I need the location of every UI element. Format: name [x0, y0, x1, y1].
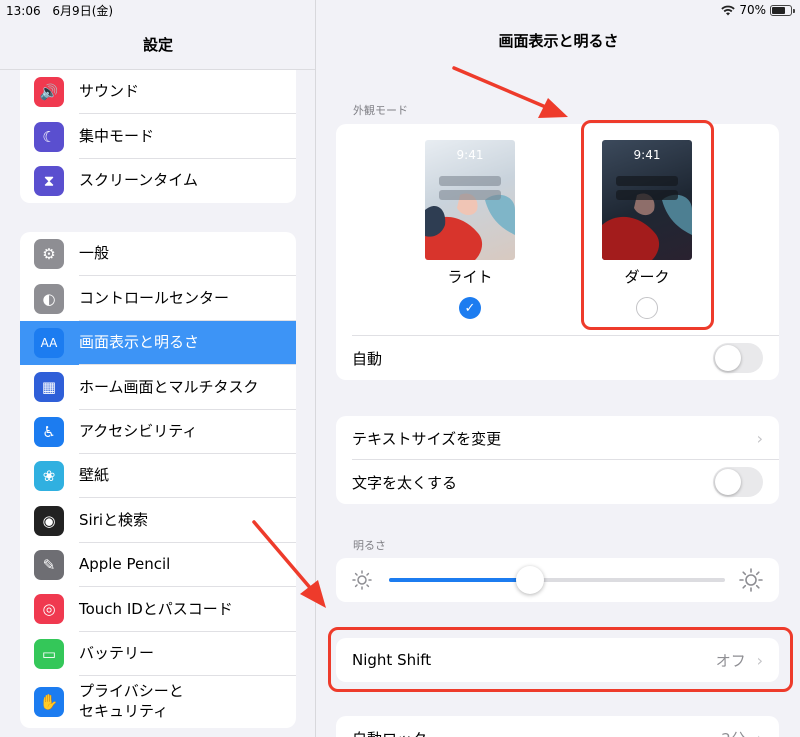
status-bar: 13:06 6月9日(金) 70% [0, 0, 800, 20]
auto-row: 自動 [336, 336, 779, 380]
battery-icon: ▭ [34, 638, 64, 669]
sidebar-item[interactable]: ✎ Apple Pencil [20, 543, 296, 588]
autolock-row[interactable]: 自動ロック 2分 › [336, 716, 779, 737]
flower-icon: ❀ [34, 461, 64, 492]
appearance-section-label: 外観モード [353, 104, 408, 117]
pencil-icon: ✎ [34, 549, 64, 580]
speaker-icon: 🔊 [34, 77, 64, 108]
autolock-value-wrap: 2分 › [721, 728, 763, 737]
sidebar-item[interactable]: ◐ コントロールセンター [20, 276, 296, 322]
sidebar-item-label: 壁紙 [79, 466, 110, 485]
autolock-card: 自動ロック 2分 › [336, 716, 779, 737]
brightness-slider-fill [389, 578, 531, 582]
detail-pane: 画面表示と明るさ 外観モード 9:41 ライト ✓ 9:41 ダーク 自動 テキ… [317, 0, 800, 737]
sidebar-item[interactable]: 🔊 サウンド [20, 70, 296, 115]
gear-icon: ⚙ [34, 239, 64, 270]
sidebar-item[interactable]: ✋ プライバシーと セキュリティ [20, 676, 296, 728]
sidebar-item[interactable]: AA 画面表示と明るさ [20, 320, 296, 366]
chevron-right-icon: › [757, 729, 763, 737]
status-time: 13:06 [6, 3, 41, 18]
auto-toggle[interactable] [713, 343, 763, 373]
sidebar-title: 設定 [0, 20, 315, 70]
accessibility-icon: ♿ [34, 416, 64, 447]
sidebar-item[interactable]: ▭ バッテリー [20, 632, 296, 677]
sidebar-item-label: 画面表示と明るさ [79, 333, 200, 352]
light-notification-bar-1 [439, 176, 501, 186]
moon-icon: ☾ [34, 121, 64, 152]
sidebar-item[interactable]: ◉ Siriと検索 [20, 498, 296, 544]
toggles-icon: ◐ [34, 283, 64, 314]
autolock-label: 自動ロック [352, 728, 427, 737]
light-label[interactable]: ライト [425, 266, 515, 287]
brightness-section-label: 明るさ [353, 539, 386, 552]
status-date: 6月9日(金) [52, 3, 114, 18]
text-card: テキストサイズを変更 › 文字を太くする [336, 416, 779, 504]
chevron-right-icon: › [756, 428, 763, 448]
hourglass-icon: ⧗ [34, 165, 64, 196]
sidebar-item-label: スクリーンタイム [79, 171, 198, 190]
bold-text-toggle[interactable] [713, 467, 763, 497]
text-size-row[interactable]: テキストサイズを変更 › [336, 416, 779, 460]
sidebar-item-label: 集中モード [79, 126, 155, 145]
hand-icon: ✋ [34, 686, 64, 717]
sidebar-item[interactable]: ♿ アクセシビリティ [20, 410, 296, 455]
autolock-value: 2分 [721, 730, 746, 737]
toggle-knob [715, 345, 741, 371]
night-shift-highlight-box [328, 627, 793, 692]
status-left: 13:06 6月9日(金) [6, 2, 113, 19]
bold-text-row: 文字を太くする [336, 460, 779, 504]
sidebar-item[interactable]: ⧗ スクリーンタイム [20, 159, 296, 203]
sidebar-item[interactable]: ❀ 壁紙 [20, 454, 296, 499]
sidebar-item-label: サウンド [79, 82, 140, 101]
battery-percent: 70% [739, 3, 766, 17]
sidebar-group-2: ⚙ 一般 ◐ コントロールセンター AA 画面表示と明るさ ▦ ホーム画面とマルチタスク ♿ アク… [20, 232, 296, 728]
sun-large-icon [739, 568, 763, 592]
light-notification-bar-2 [439, 190, 501, 200]
text-size-icon: AA [34, 327, 64, 358]
sidebar-item-label: Siriと検索 [79, 510, 149, 529]
grid-icon: ▦ [34, 372, 64, 403]
brightness-slider-thumb[interactable] [516, 566, 545, 594]
status-right: 70% [721, 3, 795, 17]
dark-mode-highlight-box [581, 120, 714, 330]
brightness-card [336, 558, 779, 602]
wifi-icon [721, 5, 736, 15]
battery-icon [770, 4, 795, 16]
light-preview-time: 9:41 [456, 148, 484, 162]
sidebar: 設定 🔊 サウンド ☾ 集中モード ⧗ スクリーンタイム ⚙ 一般 ◐ コントロールセンター AA… [0, 0, 316, 737]
sidebar-item-label: バッテリー [79, 643, 155, 662]
sidebar-item-label: プライバシーと セキュリティ [79, 682, 184, 720]
brightness-slider-track[interactable] [389, 566, 725, 594]
sidebar-item[interactable]: ◎ Touch IDとパスコード [20, 587, 296, 632]
sidebar-item-label: Touch IDとパスコード [79, 599, 233, 618]
sidebar-item[interactable]: ▦ ホーム画面とマルチタスク [20, 365, 296, 410]
toggle-knob [715, 469, 741, 495]
sun-small-icon [352, 570, 372, 590]
sidebar-item-label: コントロールセンター [79, 288, 230, 307]
text-size-label: テキストサイズを変更 [352, 429, 502, 448]
light-mode-preview[interactable]: 9:41 [425, 140, 515, 260]
sidebar-group-1: 🔊 サウンド ☾ 集中モード ⧗ スクリーンタイム [20, 70, 296, 204]
auto-label: 自動 [352, 349, 383, 368]
sidebar-item-label: Apple Pencil [79, 555, 171, 574]
fingerprint-icon: ◎ [34, 594, 64, 625]
sidebar-item[interactable]: ⚙ 一般 [20, 232, 296, 277]
sidebar-item[interactable]: ☾ 集中モード [20, 114, 296, 160]
page-title: 画面表示と明るさ [498, 32, 619, 50]
sidebar-item-label: アクセシビリティ [79, 422, 198, 440]
sidebar-item-label: 一般 [79, 244, 110, 263]
sidebar-item-label: ホーム画面とマルチタスク [79, 377, 259, 396]
light-selected-checkmark-icon[interactable]: ✓ [459, 297, 481, 319]
bold-text-label: 文字を太くする [352, 473, 458, 492]
siri-icon: ◉ [34, 505, 64, 536]
